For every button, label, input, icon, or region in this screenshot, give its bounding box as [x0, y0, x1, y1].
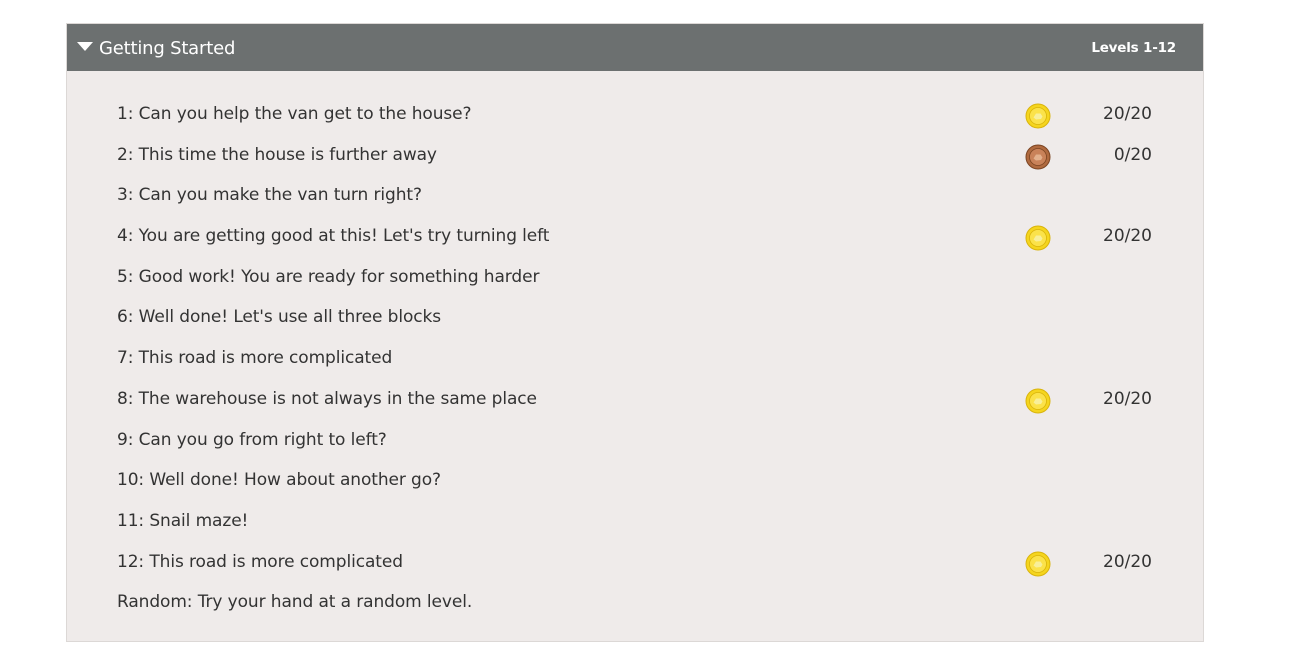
- gold-medal-icon: [1025, 388, 1051, 414]
- level-row[interactable]: 11: Snail maze!: [67, 502, 1203, 543]
- collapse-toggle[interactable]: Getting Started: [77, 36, 235, 60]
- level-row[interactable]: 9: Can you go from right to left?: [67, 421, 1203, 462]
- level-row[interactable]: 5: Good work! You are ready for somethin…: [67, 258, 1203, 299]
- level-row[interactable]: 4: You are getting good at this! Let's t…: [67, 217, 1203, 258]
- level-score: 20/20: [1103, 226, 1152, 247]
- level-row[interactable]: 8: The warehouse is not always in the sa…: [67, 380, 1203, 421]
- level-link[interactable]: 6: Well done! Let's use all three blocks: [117, 307, 441, 327]
- episode-level-range: Levels 1-12: [1091, 40, 1176, 56]
- level-row[interactable]: 1: Can you help the van get to the house…: [67, 95, 1203, 136]
- level-link[interactable]: 7: This road is more complicated: [117, 348, 392, 368]
- episode-header[interactable]: Getting Started Levels 1-12: [67, 24, 1203, 71]
- level-score: 20/20: [1103, 388, 1152, 409]
- level-link[interactable]: 10: Well done! How about another go?: [117, 470, 441, 490]
- level-row[interactable]: 3: Can you make the van turn right?: [67, 176, 1203, 217]
- gold-medal-icon: [1025, 551, 1051, 577]
- level-link[interactable]: 1: Can you help the van get to the house…: [117, 104, 472, 124]
- episode-title: Getting Started: [99, 37, 236, 59]
- gold-medal-icon: [1025, 103, 1051, 129]
- level-link[interactable]: 2: This time the house is further away: [117, 145, 437, 165]
- gold-medal-icon: [1025, 225, 1051, 251]
- level-link[interactable]: 5: Good work! You are ready for somethin…: [117, 267, 539, 287]
- level-row[interactable]: 6: Well done! Let's use all three blocks: [67, 298, 1203, 339]
- episode-panel: Getting Started Levels 1-12 1: Can you h…: [66, 23, 1204, 642]
- caret-down-icon: [77, 41, 93, 51]
- level-score: 0/20: [1113, 144, 1152, 165]
- level-link[interactable]: Random: Try your hand at a random level.: [117, 592, 472, 612]
- level-row[interactable]: 10: Well done! How about another go?: [67, 461, 1203, 502]
- level-row[interactable]: 12: This road is more complicated 20/20: [67, 543, 1203, 584]
- level-link[interactable]: 8: The warehouse is not always in the sa…: [117, 389, 537, 409]
- bronze-medal-icon: [1025, 144, 1051, 170]
- level-link[interactable]: 3: Can you make the van turn right?: [117, 185, 422, 205]
- level-row[interactable]: 7: This road is more complicated: [67, 339, 1203, 380]
- level-link[interactable]: 9: Can you go from right to left?: [117, 430, 387, 450]
- level-link[interactable]: 11: Snail maze!: [117, 511, 248, 531]
- level-list: 1: Can you help the van get to the house…: [67, 95, 1203, 624]
- level-score: 20/20: [1103, 104, 1152, 124]
- level-score: 20/20: [1103, 551, 1152, 572]
- level-row[interactable]: 2: This time the house is further away 0/…: [67, 136, 1203, 177]
- level-link[interactable]: 4: You are getting good at this! Let's t…: [117, 226, 549, 246]
- level-link[interactable]: 12: This road is more complicated: [117, 552, 403, 572]
- level-row[interactable]: Random: Try your hand at a random level.: [67, 583, 1203, 624]
